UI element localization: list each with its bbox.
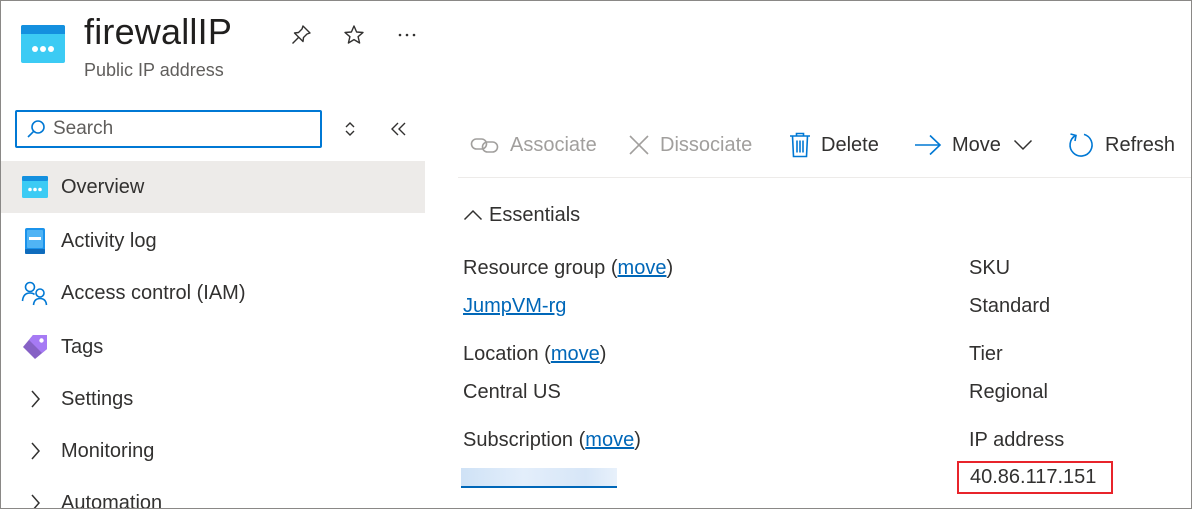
resource-group-field-value: JumpVM-rg xyxy=(463,295,566,318)
sort-toggle-icon[interactable] xyxy=(338,117,362,141)
dissociate-label: Dissociate xyxy=(660,133,753,156)
tag-icon xyxy=(21,333,49,361)
sidebar-item-label: Monitoring xyxy=(61,439,155,462)
sidebar-item-overview[interactable]: Overview xyxy=(1,161,425,213)
sidebar-item-label: Settings xyxy=(61,387,134,410)
chevron-up-icon xyxy=(463,209,483,221)
location-label: Location xyxy=(463,343,539,365)
trash-icon xyxy=(789,132,811,158)
close-icon xyxy=(628,134,650,156)
subscription-field-label: Subscription (move) xyxy=(463,429,641,451)
tier-label: Tier xyxy=(969,343,1003,365)
resource-group-move-link[interactable]: move xyxy=(618,257,667,279)
activity-log-icon xyxy=(21,227,49,255)
sidebar-item-automation[interactable]: Automation xyxy=(1,477,425,509)
pin-icon[interactable] xyxy=(287,21,315,49)
subscription-label: Subscription xyxy=(463,429,574,451)
collapse-sidebar-icon[interactable] xyxy=(387,117,411,141)
ip-address-text: 40.86.117.151 xyxy=(970,466,1097,488)
page-subtitle: Public IP address xyxy=(84,60,224,80)
page-title: firewallIP xyxy=(84,11,233,52)
sidebar-item-label: Automation xyxy=(61,491,163,509)
toolbar-divider xyxy=(458,177,1191,178)
app-window: firewallIP Public IP address Search Over… xyxy=(0,0,1192,509)
chevron-right-icon xyxy=(21,489,49,508)
dissociate-button[interactable]: Dissociate xyxy=(628,127,752,163)
link-icon xyxy=(470,134,500,156)
search-input[interactable] xyxy=(47,118,297,140)
public-ip-icon xyxy=(21,173,49,201)
arrow-right-icon xyxy=(914,134,942,156)
refresh-icon xyxy=(1067,131,1095,159)
sidebar-item-label: Tags xyxy=(61,335,104,358)
resource-group-link[interactable]: JumpVM-rg xyxy=(463,295,566,317)
chevron-down-icon xyxy=(1013,139,1033,151)
delete-label: Delete xyxy=(821,133,879,156)
associate-label: Associate xyxy=(510,133,597,156)
resource-group-field-label: Resource group (move) xyxy=(463,257,674,279)
public-ip-icon xyxy=(21,25,65,63)
sidebar-item-label: Access control (IAM) xyxy=(61,281,246,304)
sidebar-item-label: Activity log xyxy=(61,229,157,252)
essentials-toggle[interactable]: Essentials xyxy=(463,201,580,229)
search-icon xyxy=(27,120,45,138)
sidebar-item-access-control[interactable]: Access control (IAM) xyxy=(1,267,425,319)
sidebar-item-label: Overview xyxy=(61,175,145,198)
more-icon[interactable] xyxy=(393,21,421,49)
resource-group-label: Resource group xyxy=(463,257,606,279)
tier-value: Regional xyxy=(969,381,1048,403)
location-move-link[interactable]: move xyxy=(551,343,600,365)
subscription-move-link[interactable]: move xyxy=(585,429,634,451)
associate-button[interactable]: Associate xyxy=(470,127,597,163)
chevron-right-icon xyxy=(21,385,49,413)
sku-label: SKU xyxy=(969,257,1011,279)
essentials-heading: Essentials xyxy=(489,203,581,226)
ip-address-value: 40.86.117.151 xyxy=(957,461,1113,494)
delete-button[interactable]: Delete xyxy=(789,127,879,163)
sidebar-item-tags[interactable]: Tags xyxy=(1,321,425,373)
location-field-label: Location (move) xyxy=(463,343,607,365)
move-button[interactable]: Move xyxy=(914,127,1033,163)
people-icon xyxy=(21,279,49,307)
chevron-right-icon xyxy=(21,437,49,465)
search-box[interactable] xyxy=(15,110,322,148)
subscription-link-redacted[interactable] xyxy=(461,468,617,488)
refresh-button[interactable]: Refresh xyxy=(1067,127,1175,163)
star-icon[interactable] xyxy=(340,21,368,49)
ip-address-label: IP address xyxy=(969,429,1065,451)
sidebar-item-activity-log[interactable]: Activity log xyxy=(1,215,425,267)
sidebar-item-settings[interactable]: Settings xyxy=(1,373,425,425)
sku-value: Standard xyxy=(969,295,1051,317)
move-label: Move xyxy=(952,133,1001,156)
location-value: Central US xyxy=(463,381,561,403)
refresh-label: Refresh xyxy=(1105,133,1176,156)
sidebar-item-monitoring[interactable]: Monitoring xyxy=(1,425,425,477)
